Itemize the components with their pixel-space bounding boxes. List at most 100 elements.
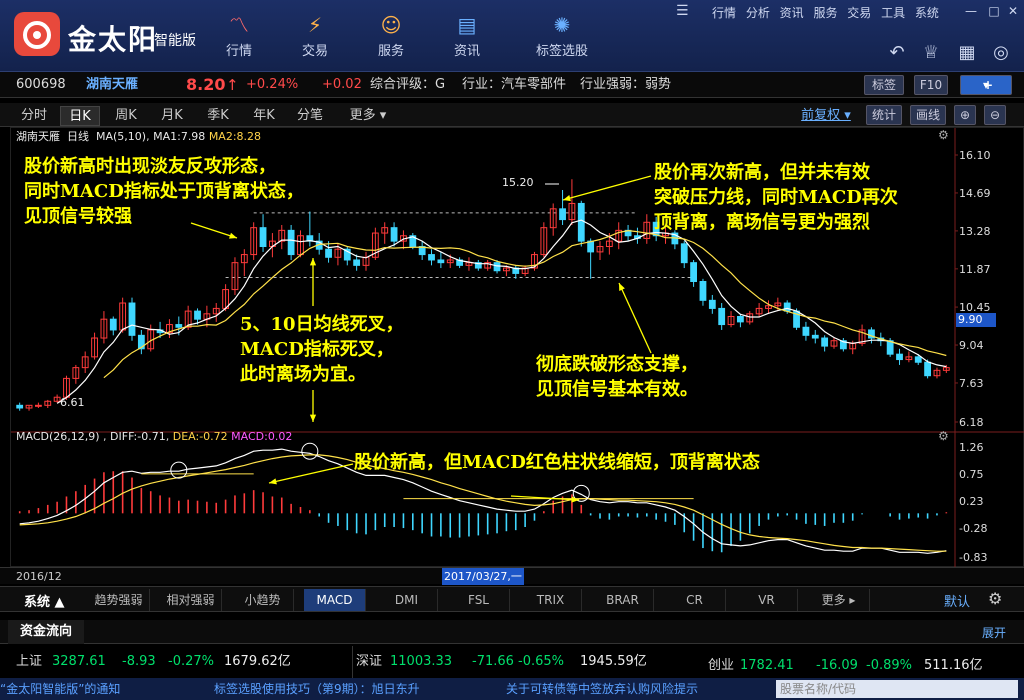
up-arrow-icon: ↑ (226, 76, 239, 94)
annotation-second-top: 股价再次新高，但并未有效 突破压力线，同时MACD再次 顶背离，离场信号更为强烈 (654, 162, 898, 233)
tab-quarterly[interactable]: 季K (198, 106, 238, 126)
ind-tab-trix[interactable]: TRIX (520, 589, 582, 611)
candle-body (16, 404, 24, 409)
tab-intraday[interactable]: 分时 (14, 106, 54, 126)
tab-weekly[interactable]: 周K (106, 106, 146, 126)
tab-monthly[interactable]: 月K (152, 106, 192, 126)
back-icon[interactable]: ↶ (884, 40, 910, 66)
status-bar: “金太阳智能版”的通知 标签选股使用技巧（第9期）：旭日东升 关于可转债等中签放… (0, 678, 1024, 700)
ind-tab-trend[interactable]: 趋势强弱 (88, 589, 150, 611)
menu-icon[interactable]: ☰ (676, 3, 689, 19)
nav-label: 标签选股 (535, 44, 588, 59)
app-logo-sub: 智能版 (154, 33, 196, 49)
annotation-break-support: 彻底跌破形态支撑， 见顶信号基本有效。 (536, 354, 698, 400)
building-icon[interactable]: ▦ (954, 40, 980, 66)
annotation-first-top: 股价新高时出现淡友反攻形态， 同时MACD指标处于顶背离状态， 见顶信号较强 (24, 156, 304, 227)
candle-body (708, 299, 716, 309)
macd-tick-label: 1.26 (959, 441, 984, 454)
indicator-tab-bar: 系统 ▲ 趋势强弱 相对强弱 小趋势 MACD DMI FSL TRIX BRA… (0, 586, 1024, 612)
nav-label: 行情 (225, 44, 252, 59)
arrow-death-cross-up-head (309, 258, 317, 266)
trophy-icon[interactable]: ♕ (918, 40, 944, 66)
macd-settings-gear-icon[interactable]: ⚙ (938, 429, 949, 443)
main-settings-gear-icon[interactable]: ⚙ (938, 128, 949, 142)
tab-daily[interactable]: 日K (60, 106, 100, 126)
nav-tag-select-button[interactable]: ✺ 标签选股 (520, 10, 604, 64)
macd-tick-label: -0.83 (959, 551, 987, 564)
ind-tab-relative[interactable]: 相对强弱 (160, 589, 222, 611)
close-icon[interactable]: ✕ (1002, 2, 1024, 20)
top-menu[interactable]: 行情 分析 资讯 服务 交易 工具 系统 (712, 4, 939, 21)
nav-trade-button[interactable]: ⚡ 交易 (280, 10, 350, 64)
legend-ma2: MA2:8.28 (208, 130, 262, 143)
draw-button[interactable]: 画线 (910, 105, 946, 125)
user-icon: ☺ (380, 13, 402, 37)
tab-more[interactable]: 更多 ▾ (340, 106, 396, 126)
macd-peak-circle-2 (301, 442, 319, 460)
ind-tab-fsl[interactable]: FSL (448, 589, 510, 611)
date-axis: 2016/12 2017/03/27,一 (0, 567, 1024, 585)
ind-tab-vr[interactable]: VR (736, 589, 798, 611)
candle-body (802, 326, 810, 336)
ind-tab-dmi[interactable]: DMI (376, 589, 438, 611)
stock-name: 湖南天雁 (86, 77, 139, 92)
annotation-macd-divergence: 股价新高，但MACD红色柱状线缩短，顶背离状态 (354, 452, 760, 473)
minimize-icon[interactable]: — (960, 2, 982, 20)
tag-button[interactable]: 标签 (864, 75, 904, 95)
stat-button[interactable]: 统计 (866, 105, 902, 125)
expand-link[interactable]: 展开 (982, 624, 1006, 641)
swirl-icon[interactable]: ◎ (988, 40, 1014, 66)
macd-tick-label: -0.28 (959, 522, 987, 535)
arrow-break-support (618, 282, 652, 354)
ind-tab-macd[interactable]: MACD (304, 589, 366, 611)
candle-body (390, 227, 398, 242)
stock-chg: +0.02 (322, 77, 362, 92)
status-tip-link[interactable]: 标签选股使用技巧（第9期）：旭日东升 (214, 678, 420, 700)
y-tick-label: 16.10 (959, 149, 991, 162)
arrow-macd-first (268, 463, 354, 484)
tab-yearly[interactable]: 年K (244, 106, 284, 126)
candle-body (493, 262, 501, 272)
candle-body (175, 324, 183, 328)
ind-tab-small-trend[interactable]: 小趋势 (232, 589, 294, 611)
macd-tick-label: 0.23 (959, 495, 984, 508)
candle-body (428, 254, 435, 261)
index-sh-chg: -8.93 (122, 654, 156, 669)
candle-body (109, 318, 117, 331)
price-low-label: 6.61 (60, 396, 85, 409)
stock-pct: +0.24% (246, 77, 299, 92)
f10-button[interactable]: F10 (914, 75, 948, 95)
adjust-select[interactable]: 前复权 ▾ (796, 106, 856, 126)
stock-search-input[interactable]: 股票名称/代码 (776, 680, 1018, 698)
zoom-in-icon[interactable]: ⊕ (954, 105, 976, 125)
default-link[interactable]: 默认 (944, 591, 970, 610)
macd-legend-macd: MACD:0.02 (231, 430, 293, 443)
index-sz-amt: 1945.59亿 (580, 654, 647, 669)
market-index-bar: 上证 3287.61 -8.93 -0.27% 1679.62亿 深证 1100… (0, 646, 1024, 678)
status-risk-link[interactable]: 关于可转债等中签放弃认购风险提示 (506, 678, 698, 700)
status-notice-link[interactable]: “金太阳智能版”的通知 (0, 678, 120, 700)
capital-flow-tab[interactable]: 资金流向 (8, 620, 85, 644)
macd-tick-label: 0.75 (959, 468, 984, 481)
candle-body (325, 248, 332, 258)
indicator-settings-gear-icon[interactable]: ⚙ (988, 589, 1002, 608)
stock-strength: 行业强弱：弱势 (580, 77, 672, 92)
y-tick-label: 13.28 (959, 225, 991, 238)
nav-label: 资讯 (453, 44, 480, 59)
legend-period: 日线 (67, 130, 89, 143)
system-toggle[interactable]: 系统 ▲ (24, 591, 65, 610)
ind-tab-more[interactable]: 更多 ▸ (808, 589, 870, 611)
nav-market-button[interactable]: 〽行情 (204, 10, 274, 64)
zoom-out-icon[interactable]: ⊖ (984, 105, 1006, 125)
main-legend: 湖南天雁 日线 MA(5,10), MA1:7.98 MA2:8.28 (16, 130, 262, 143)
tab-ticks[interactable]: 分笔 (290, 106, 330, 126)
candle-body (718, 307, 726, 326)
add-watchlist-button[interactable]: + ▾ (960, 75, 1012, 95)
macd-legend-diff: DIFF:-0.71 (110, 430, 166, 443)
y-tick-label: 6.18 (959, 416, 984, 429)
ind-tab-brar[interactable]: BRAR (592, 589, 654, 611)
ind-tab-cr[interactable]: CR (664, 589, 726, 611)
nav-news-button[interactable]: ▤ 资讯 (432, 10, 502, 64)
current-price-tag: 9.90 (956, 313, 996, 327)
nav-service-button[interactable]: ☺ 服务 (356, 10, 426, 64)
